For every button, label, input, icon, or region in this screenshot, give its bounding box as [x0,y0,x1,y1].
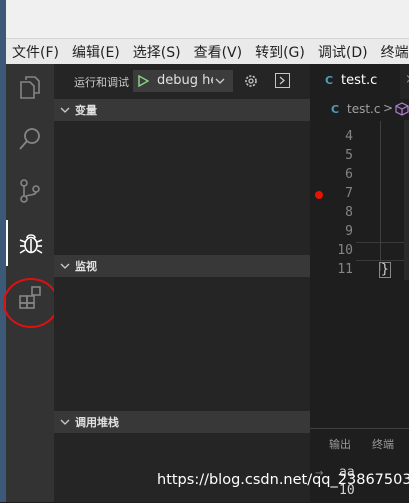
minimap[interactable] [404,120,409,280]
line-number: 5 [345,148,353,163]
activity-source-control[interactable] [6,168,54,214]
source-control-icon [20,179,40,203]
bottom-panel [310,428,409,503]
current-line-highlight [356,242,409,261]
search-icon [19,128,40,150]
activity-search[interactable] [6,116,54,162]
explorer-icon [20,76,40,99]
debug-console-icon [279,76,285,85]
menu-selection[interactable]: 选择(S) [127,42,188,62]
line-number: 8 [345,205,353,220]
debug-config-name: debug he [157,73,213,88]
symbol-cube-icon[interactable] [395,102,409,116]
section-watch[interactable]: 监视 [54,255,310,277]
section-title: 调用堆栈 [75,416,119,429]
gear-icon[interactable] [243,73,259,89]
menu-file[interactable]: 文件(F) [6,42,66,62]
title-bar [6,0,409,39]
play-icon[interactable] [137,75,149,87]
chevron-down-icon [60,419,70,425]
menu-bar: 文件(F) 编辑(E) 选择(S) 查看(V) 转到(G) 调试(D) 终端 [6,39,409,64]
watermark-text: https://blog.csdn.net/qq_23867503 [157,472,409,488]
menu-go[interactable]: 转到(G) [249,42,312,62]
debug-icon [19,234,43,254]
menu-debug[interactable]: 调试(D) [312,42,375,62]
c-file-icon: C [331,103,340,116]
breadcrumb-separator: > [383,101,394,115]
activity-debug[interactable] [6,220,54,266]
chevron-down-icon [60,107,70,113]
menu-edit[interactable]: 编辑(E) [66,42,127,62]
c-file-icon: C [325,74,334,87]
annotation-circle [3,278,59,328]
chevron-down-icon [215,78,225,84]
panel-tab-terminal[interactable]: 终端 [372,436,394,452]
breakpoint-dot[interactable] [315,191,323,199]
line-number: 10 [337,243,353,258]
chevron-down-icon [60,263,70,269]
tab-label: test.c [341,73,378,88]
breadcrumb-file[interactable]: test.c [347,102,380,116]
run-and-debug-label: 运行和调试 [74,76,129,89]
section-title: 变量 [75,104,97,117]
activity-explorer[interactable] [6,64,54,110]
debug-sidebar [54,64,310,502]
section-variables[interactable]: 变量 [54,99,310,121]
line-number: 9 [345,224,353,239]
line-number: 4 [345,129,353,144]
menu-view[interactable]: 查看(V) [188,42,250,62]
section-title: 监视 [75,260,97,273]
line-number: 6 [345,167,353,182]
line-number: 11 [337,262,353,277]
debug-console-button[interactable] [275,73,290,88]
section-call-stack[interactable]: 调用堆栈 [54,411,310,433]
menu-terminal[interactable]: 终端 [375,42,409,62]
line-number: 7 [345,186,353,201]
panel-tab-output[interactable]: 输出 [329,436,351,452]
code-closing-brace: } [379,262,391,278]
close-icon[interactable]: × [405,72,409,87]
